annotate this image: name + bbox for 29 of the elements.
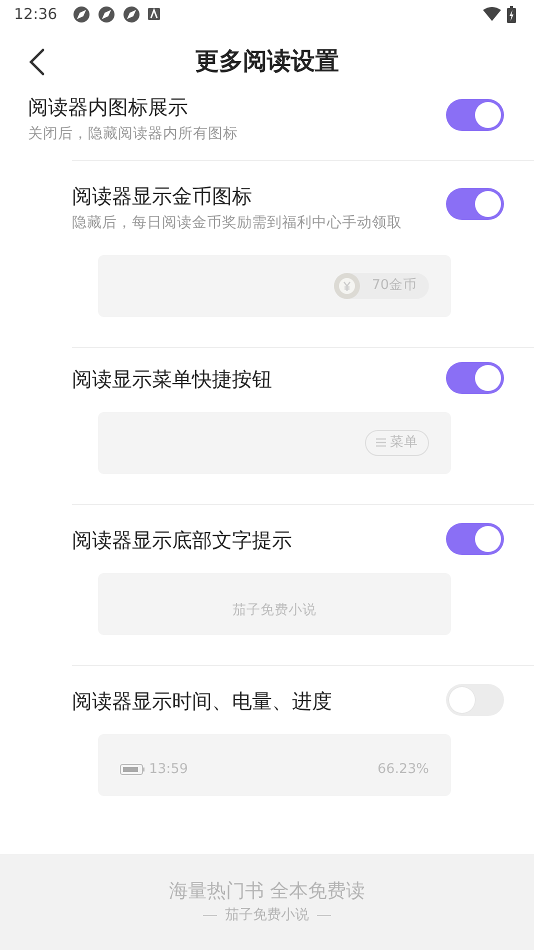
- setting-title: 阅读器显示底部文字提示: [72, 526, 292, 552]
- caption-text: 茄子免费小说: [232, 601, 316, 620]
- setting-description: 隐藏后，每日阅读金币奖励需到福利中心手动领取: [72, 214, 402, 233]
- app-notification-icon: [98, 6, 116, 22]
- coin-icon: [338, 278, 355, 294]
- page-title: 更多阅读设置: [195, 46, 339, 77]
- menu-badge: 菜单: [365, 430, 429, 456]
- footer-headline: 海量热门书 全本免费读: [168, 878, 366, 904]
- app-notification-icon: [123, 6, 140, 22]
- setting-title: 阅读器显示时间、电量、进度: [72, 688, 332, 714]
- setting-title: 阅读显示菜单快捷按钮: [72, 366, 272, 392]
- setting-title: 阅读器显示金币图标: [72, 182, 253, 209]
- progress-text: 66.23%: [378, 760, 429, 780]
- app-notification-icon: [73, 6, 90, 22]
- battery-icon: [507, 6, 516, 22]
- toggle-switch[interactable]: [446, 362, 504, 394]
- menu-icon: [376, 438, 386, 447]
- toggle-switch[interactable]: [446, 188, 504, 220]
- footer-subline: 茄子免费小说: [225, 906, 309, 926]
- toggle-switch[interactable]: [446, 522, 504, 554]
- notification-icon: [148, 8, 160, 20]
- wifi-icon: [483, 7, 501, 21]
- toggle-switch[interactable]: [446, 684, 504, 716]
- time-text: 13:59: [149, 760, 188, 780]
- status-time: 12:36: [14, 4, 58, 25]
- setting-description: 关闭后，隐藏阅读器内所有图标: [28, 125, 238, 144]
- toggle-switch[interactable]: [446, 99, 504, 131]
- setting-title: 阅读器内图标展示: [28, 94, 189, 120]
- battery-icon: [120, 764, 145, 775]
